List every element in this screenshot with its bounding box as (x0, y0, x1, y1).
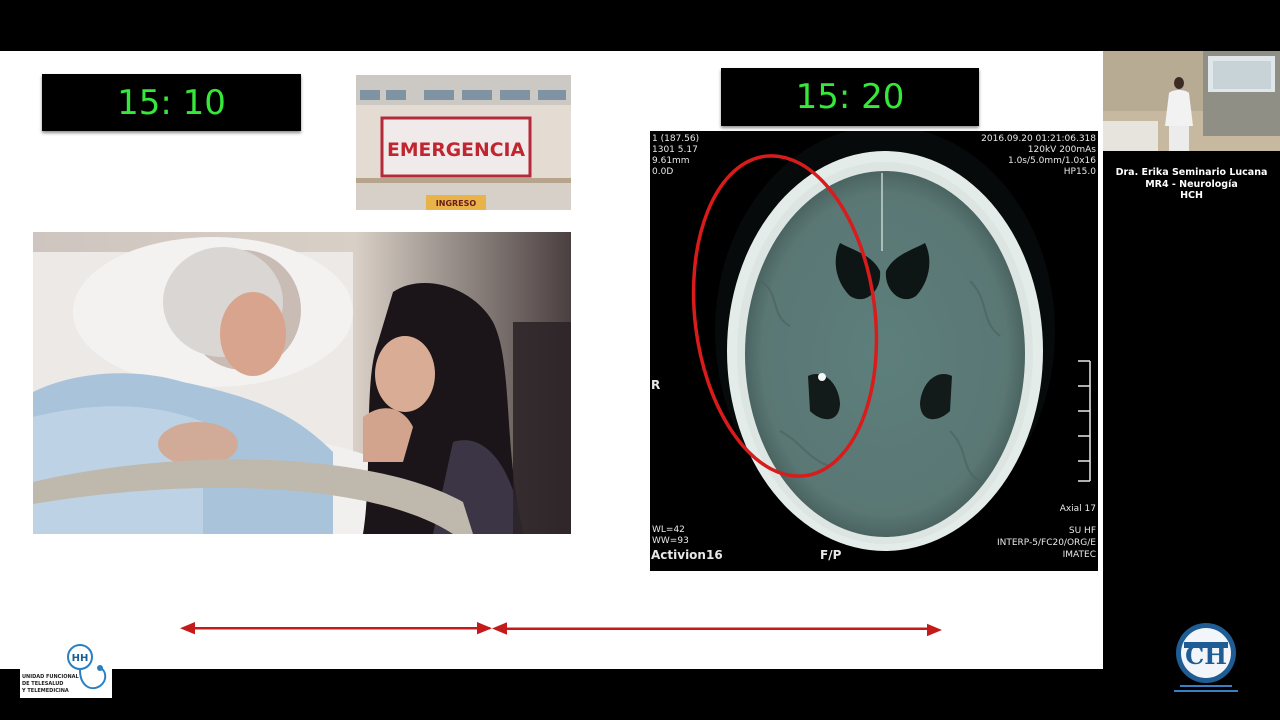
emergency-entrance-photo: EMERGENCIA INGRESO (356, 75, 571, 210)
ct-info-tl-4: 0.0D (652, 167, 673, 177)
ct-info-br-3: INTERP-5/FC20/ORG/E (997, 538, 1096, 548)
svg-text:CH: CH (1185, 641, 1227, 670)
ct-info-tl-1: 1 (187.56) (652, 134, 699, 144)
svg-text:DE TELESALUD: DE TELESALUD (22, 681, 63, 687)
svg-text:Y TELEMEDICINA: Y TELEMEDICINA (21, 688, 69, 694)
presenter-role: MR4 - Neurología (1145, 178, 1238, 190)
svg-text:UNIDAD FUNCIONAL: UNIDAD FUNCIONAL (22, 674, 80, 680)
ct-info-tr-1: 2016.09.20 01:21:06.318 (981, 134, 1096, 144)
presenter-info: Dra. Erika Seminario Lucana MR4 - Neurol… (1103, 167, 1280, 202)
ct-orientation-label: F/P (820, 548, 842, 562)
telehealth-monogram: HH (72, 653, 89, 664)
telehealth-unit-logo: HH UNIDAD FUNCIONAL DE TELESALUD Y TELEM… (20, 640, 112, 698)
ct-info-tr-2: 120kV 200mAs (1028, 145, 1097, 155)
hospital-logo: CH (1170, 622, 1242, 698)
er-sign-text: EMERGENCIA (387, 139, 525, 161)
ct-info-bl-ww: WW=93 (652, 536, 689, 546)
ct-info-br-2: SU HF (1069, 526, 1096, 536)
presentation-slide: 15: 10 EMERGENCIA INGRESO 15: 20 1 (187.… (0, 51, 1105, 669)
er-door-text: INGRESO (436, 199, 477, 208)
ct-info-tr-3: 1.0s/5.0mm/1.0x16 (1008, 156, 1096, 166)
ct-info-tl-3: 9.61mm (652, 156, 690, 166)
presenter-institution: HCH (1180, 190, 1203, 201)
patient-visit-photo (33, 232, 571, 534)
ct-info-br-1: Axial 17 (1060, 504, 1096, 514)
timeline-arrows (180, 622, 942, 637)
ct-info-tl-2: 1301 5.17 (652, 145, 698, 155)
clock-time-left-text: 15: 10 (117, 82, 226, 123)
ct-scanner-label: Activion16 (651, 548, 723, 562)
presenter-video-feed (1103, 51, 1280, 151)
ct-info-br-4: IMATEC (1063, 550, 1096, 560)
presenter-camera-panel: Dra. Erika Seminario Lucana MR4 - Neurol… (1103, 51, 1280, 669)
clock-time-left: 15: 10 (42, 74, 301, 131)
ct-info-tr-4: HP15.0 (1064, 167, 1097, 177)
ct-info-bl-wl: WL=42 (652, 525, 685, 535)
brain-ct-scan-image: 1 (187.56) 1301 5.17 9.61mm 0.0D 2016.09… (650, 131, 1098, 571)
clock-time-right: 15: 20 (721, 68, 979, 126)
ct-side-marker: R (651, 378, 660, 392)
clock-time-right-text: 15: 20 (795, 77, 905, 117)
presenter-name: Dra. Erika Seminario Lucana (1115, 167, 1268, 178)
